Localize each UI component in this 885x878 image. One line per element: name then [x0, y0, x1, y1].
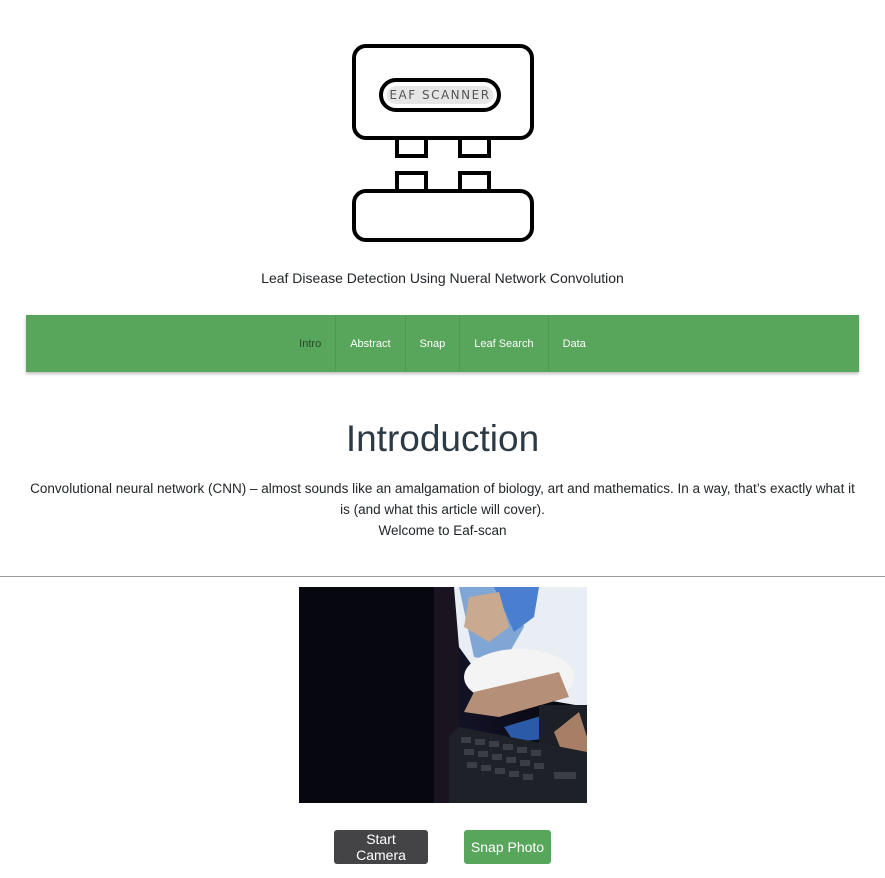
nav-item-leaf-search[interactable]: Leaf Search	[459, 315, 547, 372]
intro-text: Convolutional neural network (CNN) – alm…	[26, 478, 859, 541]
main-navbar: Intro Abstract Snap Leaf Search Data	[26, 315, 859, 372]
intro-welcome: Welcome to Eaf-scan	[378, 523, 507, 538]
eaf-scanner-logo: EAF SCANNER	[350, 42, 536, 244]
logo-text: EAF SCANNER	[389, 88, 490, 102]
nav-item-snap[interactable]: Snap	[404, 315, 460, 372]
intro-description: Convolutional neural network (CNN) – alm…	[30, 481, 855, 517]
nav-item-data[interactable]: Data	[547, 315, 600, 372]
nav-item-intro[interactable]: Intro	[285, 315, 335, 372]
section-divider	[0, 576, 885, 577]
snap-photo-button[interactable]: Snap Photo	[464, 830, 551, 864]
nav-item-abstract[interactable]: Abstract	[335, 315, 404, 372]
start-camera-button[interactable]: Start Camera	[334, 830, 428, 864]
intro-heading: Introduction	[345, 418, 540, 459]
site-subtitle: Leaf Disease Detection Using Nueral Netw…	[261, 270, 624, 286]
camera-feed-image	[299, 587, 587, 803]
